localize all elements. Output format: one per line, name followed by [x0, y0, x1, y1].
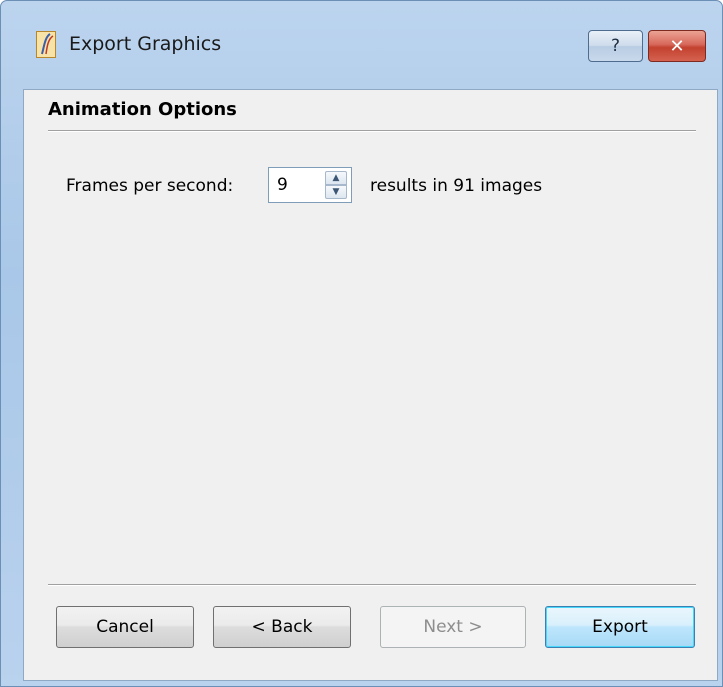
frames-per-second-label: Frames per second: [66, 176, 234, 196]
app-icon [36, 31, 56, 58]
window-title: Export Graphics [69, 33, 222, 55]
help-icon: ? [610, 36, 621, 56]
arrow-up-icon: ▲ [332, 173, 340, 183]
header-divider [48, 130, 696, 132]
spin-down-button[interactable]: ▼ [325, 185, 347, 199]
back-button[interactable]: < Back [213, 606, 351, 648]
spin-up-button[interactable]: ▲ [325, 171, 347, 185]
export-button[interactable]: Export [545, 606, 695, 648]
export-graphics-dialog: Export Graphics ? ✕ Animation Options Fr… [0, 0, 723, 687]
dialog-content: Animation Options Frames per second: 9 ▲… [23, 89, 718, 681]
next-button: Next > [380, 606, 526, 648]
footer-divider [48, 584, 696, 586]
frames-per-second-value[interactable]: 9 [277, 174, 288, 196]
close-icon: ✕ [669, 35, 685, 57]
spin-arrows: ▲ ▼ [325, 171, 347, 199]
close-button[interactable]: ✕ [648, 30, 706, 62]
arrow-down-icon: ▼ [332, 187, 340, 197]
help-button[interactable]: ? [588, 30, 643, 62]
title-bar: Export Graphics ? ✕ [1, 1, 722, 89]
frames-per-second-spinbox[interactable]: 9 ▲ ▼ [268, 167, 352, 203]
cancel-button[interactable]: Cancel [56, 606, 194, 648]
page-title: Animation Options [48, 99, 237, 120]
image-count-text: results in 91 images [370, 176, 543, 196]
